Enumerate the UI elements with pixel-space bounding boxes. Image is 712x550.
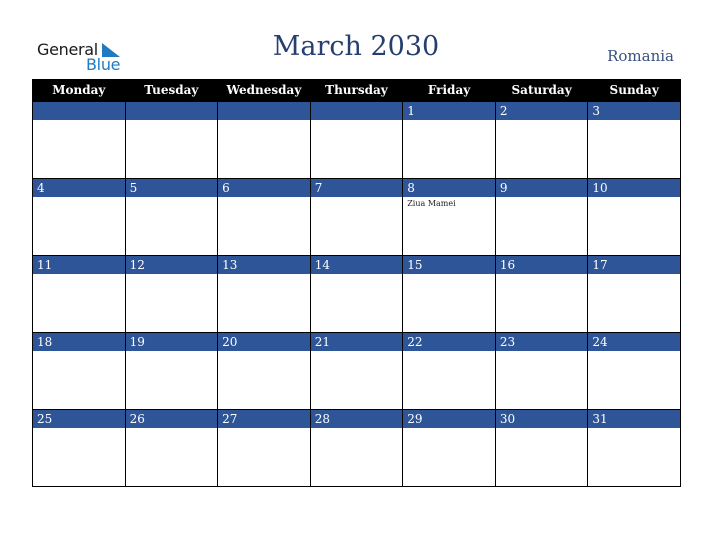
weekday-header: Saturday — [494, 79, 589, 102]
day-number: 17 — [588, 256, 680, 274]
weekday-header: Thursday — [309, 79, 404, 102]
day-cell[interactable]: 16 — [494, 255, 589, 333]
day-cell[interactable]: 31 — [587, 409, 681, 487]
day-number: 30 — [495, 410, 588, 428]
day-number: 19 — [125, 333, 218, 351]
day-number — [125, 102, 218, 120]
day-number: 8 — [403, 179, 495, 197]
day-cell[interactable]: 29 — [402, 409, 496, 487]
day-cell[interactable]: 13 — [217, 255, 311, 333]
day-cell[interactable]: 5 — [124, 178, 219, 256]
day-number — [33, 102, 125, 120]
day-number: 9 — [495, 179, 588, 197]
day-number: 24 — [588, 333, 680, 351]
day-number: 2 — [495, 102, 588, 120]
day-cell[interactable]: 14 — [309, 255, 404, 333]
day-cell[interactable]: 15 — [402, 255, 496, 333]
holiday-event: Ziua Mamei — [407, 199, 456, 208]
week-row: 123 — [32, 101, 681, 179]
day-cell[interactable] — [217, 101, 311, 179]
day-cell[interactable]: 21 — [309, 332, 404, 410]
weekday-header: Tuesday — [124, 79, 219, 102]
day-number: 5 — [125, 179, 218, 197]
day-number: 6 — [218, 179, 310, 197]
day-number: 1 — [403, 102, 495, 120]
day-cell[interactable] — [124, 101, 219, 179]
day-cell[interactable]: 10 — [587, 178, 681, 256]
weekday-header: Friday — [402, 79, 496, 102]
day-number: 28 — [310, 410, 403, 428]
weekday-header-row: Monday Tuesday Wednesday Thursday Friday… — [32, 79, 681, 102]
day-number: 23 — [495, 333, 588, 351]
day-cell[interactable]: 11 — [32, 255, 126, 333]
day-cell[interactable]: 30 — [494, 409, 589, 487]
day-cell[interactable]: 25 — [32, 409, 126, 487]
day-number: 11 — [33, 256, 125, 274]
week-row: 18 19 20 21 22 23 24 — [32, 332, 681, 410]
week-row: 25 26 27 28 29 30 31 — [32, 409, 681, 487]
day-number: 3 — [588, 102, 680, 120]
day-number — [218, 102, 310, 120]
day-number: 26 — [125, 410, 218, 428]
day-cell[interactable]: 7 — [309, 178, 404, 256]
day-number: 21 — [310, 333, 403, 351]
day-number: 7 — [310, 179, 403, 197]
day-cell[interactable]: 27 — [217, 409, 311, 487]
day-cell[interactable]: 18 — [32, 332, 126, 410]
day-cell[interactable]: 2 — [494, 101, 589, 179]
day-cell[interactable]: 23 — [494, 332, 589, 410]
calendar-grid: Monday Tuesday Wednesday Thursday Friday… — [32, 79, 681, 487]
day-number: 16 — [495, 256, 588, 274]
day-cell[interactable]: 1 — [402, 101, 496, 179]
day-cell[interactable]: 9 — [494, 178, 589, 256]
day-cell[interactable]: 22 — [402, 332, 496, 410]
day-cell[interactable] — [32, 101, 126, 179]
day-number: 15 — [403, 256, 495, 274]
country-label: Romania — [607, 47, 674, 65]
day-cell[interactable]: 3 — [587, 101, 681, 179]
day-cell[interactable]: 19 — [124, 332, 219, 410]
calendar-title: March 2030 — [272, 31, 440, 62]
day-cell[interactable]: 24 — [587, 332, 681, 410]
day-cell[interactable]: 4 — [32, 178, 126, 256]
day-number: 29 — [403, 410, 495, 428]
day-number: 13 — [218, 256, 310, 274]
day-number: 22 — [403, 333, 495, 351]
day-cell[interactable]: 17 — [587, 255, 681, 333]
day-number — [310, 102, 403, 120]
week-row: 11 12 13 14 15 16 17 — [32, 255, 681, 333]
day-cell[interactable]: 6 — [217, 178, 311, 256]
day-cell[interactable]: 20 — [217, 332, 311, 410]
weekday-header: Sunday — [587, 79, 681, 102]
day-number: 10 — [588, 179, 680, 197]
day-number: 12 — [125, 256, 218, 274]
day-number: 18 — [33, 333, 125, 351]
week-row: 4 5 6 7 8 Ziua Mamei 9 10 — [32, 178, 681, 256]
day-cell[interactable]: 12 — [124, 255, 219, 333]
day-cell[interactable]: 8 Ziua Mamei — [402, 178, 496, 256]
day-cell[interactable]: 28 — [309, 409, 404, 487]
day-number: 4 — [33, 179, 125, 197]
weekday-header: Monday — [32, 79, 126, 102]
day-number: 27 — [218, 410, 310, 428]
day-cell[interactable]: 26 — [124, 409, 219, 487]
day-number: 14 — [310, 256, 403, 274]
day-cell[interactable] — [309, 101, 404, 179]
day-number: 31 — [588, 410, 680, 428]
weekday-header: Wednesday — [217, 79, 311, 102]
day-number: 20 — [218, 333, 310, 351]
day-number: 25 — [33, 410, 125, 428]
